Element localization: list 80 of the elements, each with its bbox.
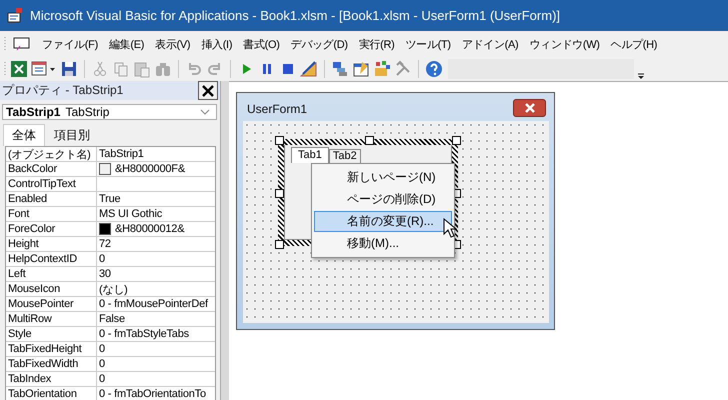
help-icon[interactable] [425,60,443,78]
property-name[interactable]: Enabled [6,192,97,206]
menu-item[interactable]: 移動(M)... [314,233,452,254]
menu-item[interactable]: ファイル(F) [37,36,104,52]
resize-handle[interactable] [275,240,284,249]
form-window-icon[interactable] [13,36,31,52]
panel-title: プロパティ - TabStrip1 [2,82,124,99]
tab[interactable]: 全体 [3,124,45,146]
property-value[interactable]: True [99,193,120,205]
property-name[interactable]: Style [6,327,97,341]
property-name[interactable]: HelpContextID [6,252,97,266]
window-title: Microsoft Visual Basic for Applications - Book1.xlsm - [Book1.xlsm - UserForm1 (UserForm)] [30,8,560,23]
property-name[interactable]: ForeColor [6,222,97,236]
property-name[interactable]: TabFixedWidth [6,357,97,371]
property-value[interactable]: 72 [99,238,111,250]
property-name[interactable]: TabFixedHeight [6,342,97,356]
property-value[interactable]: 0 [99,373,105,385]
property-value[interactable]: 0 [99,343,105,355]
property-name[interactable]: MultiRow [6,312,97,326]
property-name[interactable]: (オブジェクト名) [6,147,97,161]
resize-handle[interactable] [275,136,284,145]
property-value[interactable]: 0 - fmTabStyleTabs [99,328,189,340]
property-value[interactable]: 0 [99,253,105,265]
menu-item[interactable]: 名前の変更(R)... [314,211,452,232]
menu-item[interactable]: ヘルプ(H) [606,36,664,52]
property-name[interactable]: Font [6,207,97,221]
chevron-icon [200,109,210,115]
resize-handle[interactable] [365,136,374,145]
property-value[interactable]: 0 - fmTabOrientationTo [99,388,206,400]
property-value[interactable]: (なし) [99,282,128,296]
menu-item[interactable]: 実行(R) [354,36,401,52]
menu-item[interactable]: 新しいページ(N) [314,167,452,188]
property-value[interactable]: &H8000000F& [115,163,185,175]
property-name[interactable]: MousePointer [6,297,97,311]
close-icon [524,103,536,113]
menu-item[interactable]: 挿入(I) [196,36,238,52]
close-button[interactable] [198,81,218,100]
property-value[interactable]: 30 [99,268,111,280]
tab[interactable]: Tab2 [328,149,361,163]
property-value[interactable]: 0 - fmMousePointerDef [99,298,208,310]
project-icon[interactable] [331,60,349,78]
property-value[interactable]: TabStrip1 [99,148,144,160]
object-dropdown[interactable]: TabStrip1 TabStrip [2,104,217,120]
close-button[interactable] [513,99,546,117]
excel-icon[interactable] [10,60,28,78]
close-icon [202,84,214,96]
design-icon[interactable] [300,60,318,78]
property-value[interactable]: 0 [99,358,105,370]
app-icon [6,6,24,24]
tab[interactable]: Tab1 [291,147,329,163]
properties-icon[interactable] [352,60,370,78]
resize-handle[interactable] [452,136,461,145]
property-name[interactable]: MouseIcon [6,282,97,296]
property-name[interactable]: BackColor [6,162,97,176]
menu-item[interactable]: 書式(O) [238,36,286,52]
grip-icon [4,61,7,77]
property-name[interactable]: Left [6,267,97,281]
grip-icon [4,36,7,52]
object-type: TabStrip [65,105,110,119]
resize-handle[interactable] [275,189,284,198]
menu-item[interactable]: ウィンドウ(W) [524,36,606,52]
property-name[interactable]: TabIndex [6,372,97,386]
menu-item[interactable]: 表示(V) [150,36,196,52]
form-icon[interactable] [31,60,57,78]
property-name[interactable]: Height [6,237,97,251]
menu-item[interactable]: 編集(E) [104,36,150,52]
object-name: TabStrip1 [6,105,60,119]
property-value[interactable]: False [99,313,125,325]
property-name[interactable]: ControlTipText [6,177,97,191]
save-icon[interactable] [60,60,78,78]
property-name[interactable]: TabOrientation [6,387,97,400]
object-browser-icon[interactable] [373,60,391,78]
menu-item[interactable]: アドイン(A) [456,36,524,52]
menu-item[interactable]: デバッグ(D) [286,36,354,52]
property-value[interactable]: MS UI Gothic [99,208,162,220]
userform-title: UserForm1 [247,102,308,116]
menu-item[interactable]: ツール(T) [400,36,457,52]
property-value[interactable]: &H80000012& [115,223,184,235]
tab[interactable]: 項目別 [45,124,99,146]
menu-item[interactable]: ページの削除(D) [314,189,452,210]
